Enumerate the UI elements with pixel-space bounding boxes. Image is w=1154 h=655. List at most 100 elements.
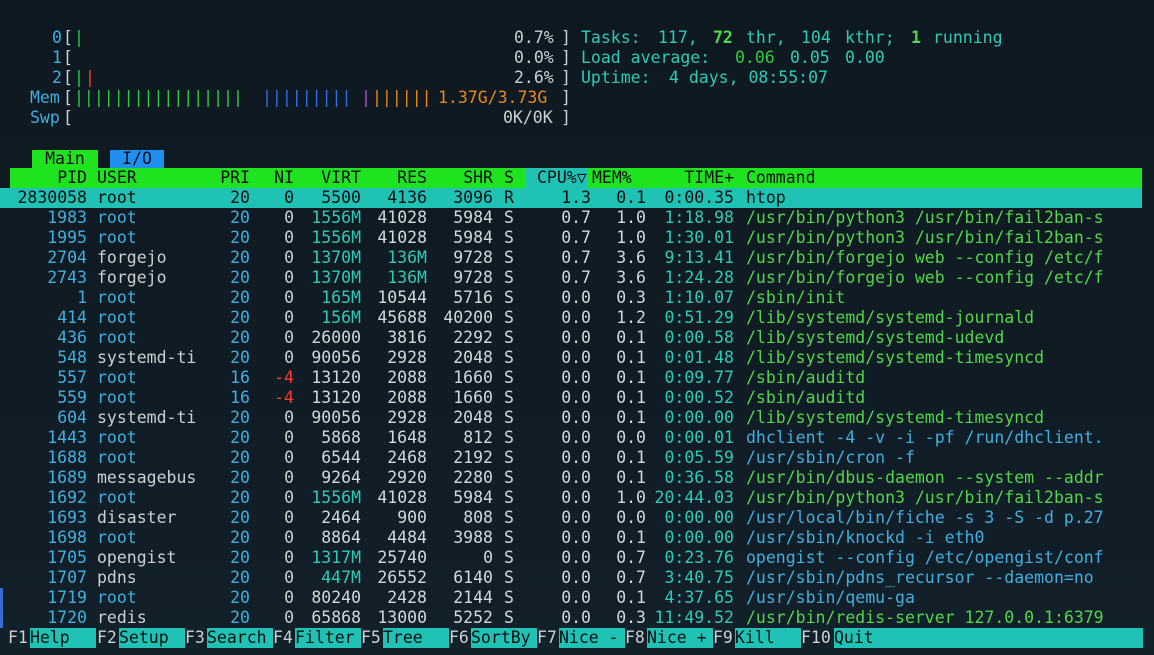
table-row[interactable]: 2743 forgejo 20 0 1370M 136M 9728 S 0.7 3.6 1:24.2…: [10, 268, 1152, 288]
table-row[interactable]: 1707 pdns 20 0 447M 26552 6140 S 0.0 0.7 3:40.75/u…: [10, 568, 1152, 588]
cell-pri: 20: [230, 548, 250, 567]
fkey-label-nice[interactable]: Nice +: [647, 628, 713, 648]
cell-ni: 0: [284, 528, 294, 547]
cell-pri: 20: [230, 268, 250, 287]
table-row[interactable]: 1698 root 20 0 8864 4484 3988 S 0.0 0.1 0:00.00/us…: [10, 528, 1152, 548]
cell-ni: 0: [284, 428, 294, 447]
fkey-label-tree[interactable]: Tree: [383, 628, 449, 648]
process-table-header: PID USER PRI NI VIRT RES SHR S CPU%▽ MEM…: [10, 168, 1142, 188]
cell-pid: 2743: [47, 268, 87, 287]
table-row[interactable]: 1692 root 20 0 1556M 41028 5984 S 0.0 1.0 20:44.03…: [10, 488, 1152, 508]
cell-pri: 20: [230, 188, 250, 207]
col-state[interactable]: S: [504, 168, 514, 188]
cell-res: 41028: [377, 228, 427, 247]
cell-time: 0:36.58: [664, 468, 734, 487]
cell-time: 4:37.65: [664, 588, 734, 607]
fkey-f6[interactable]: F6: [449, 628, 469, 648]
fkey-label-setup[interactable]: Setup: [119, 628, 185, 648]
tab-main[interactable]: Main: [32, 150, 98, 168]
cell-cpu: 1.3: [561, 188, 591, 207]
cell-mem: 0.7: [616, 568, 646, 587]
col-shr[interactable]: SHR: [430, 168, 493, 188]
cell-ni: 0: [284, 548, 294, 567]
fkey-label-filter[interactable]: Filter: [295, 628, 361, 648]
cell-pri: 20: [230, 208, 250, 227]
tab-io[interactable]: I/O: [110, 150, 164, 168]
table-row[interactable]: 1689 messagebus 20 0 9264 2920 2280 S 0.0 0.1 0:36…: [10, 468, 1152, 488]
table-row[interactable]: 557 root 16 -4 13120 2088 1660 S 0.0 0.1 0:09.77/s…: [10, 368, 1152, 388]
cell-command: /usr/bin/redis-server 127.0.0.1:6379: [746, 608, 1104, 627]
cell-virt: 65868: [311, 608, 361, 627]
cell-shr: 6140: [453, 568, 493, 587]
cell-user: redis: [97, 608, 147, 627]
cell-shr: 5984: [453, 488, 493, 507]
table-row[interactable]: 1720 redis 20 0 65868 13000 5252 S 0.0 0.3 11:49.5…: [10, 608, 1152, 628]
scrollbar[interactable]: [0, 588, 3, 628]
table-row[interactable]: 414 root 20 0 156M 45688 40200 S 0.0 1.2 0:51.29/l…: [10, 308, 1152, 328]
fkey-f4[interactable]: F4: [273, 628, 293, 648]
col-command[interactable]: Command: [746, 168, 816, 188]
table-row[interactable]: 1693 disaster 20 0 2464 900 808 S 0.0 0.0 0:00.00 /…: [10, 508, 1152, 528]
cell-ni: 0: [284, 268, 294, 287]
col-time[interactable]: TIME+: [650, 168, 734, 188]
col-user[interactable]: USER: [97, 168, 137, 188]
cell-cpu: 0.0: [561, 448, 591, 467]
cell-user: systemd-ti: [97, 348, 197, 367]
load-1min: 0.06: [735, 48, 775, 67]
cell-command: /usr/sbin/pdns_recursor --daemon=no: [746, 568, 1094, 587]
col-res[interactable]: RES: [370, 168, 427, 188]
table-row[interactable]: 1995 root 20 0 1556M 41028 5984 S 0.7 1.0 1:30.01 /…: [10, 228, 1152, 248]
fkey-f3[interactable]: F3: [185, 628, 205, 648]
fkey-label-nice[interactable]: Nice -: [559, 628, 625, 648]
col-cpu-sorted[interactable]: CPU%▽: [526, 168, 587, 188]
table-row[interactable]: 559 root 16 -4 13120 2088 1660 S 0.0 0.1 0:00.52/s…: [10, 388, 1152, 408]
table-row[interactable]: 436 root 20 0 26000 3816 2292 S 0.0 0.1 0:00.58/li…: [10, 328, 1152, 348]
fkey-f8[interactable]: F8: [625, 628, 645, 648]
table-row-selected[interactable]: 2830058 root 20 0 5500 4136 3096 R 1.3 0.1 0:00.35…: [0, 188, 1142, 208]
col-virt[interactable]: VIRT: [300, 168, 361, 188]
cell-virt: 8864: [321, 528, 361, 547]
table-row[interactable]: 1983 root 20 0 1556M 41028 5984 S 0.7 1.0 1:18.98 /…: [10, 208, 1152, 228]
table-row[interactable]: 1705 opengist 20 0 1317M 25740 0 S 0.0 0.7 0:23.76…: [10, 548, 1152, 568]
fkey-label-sortby[interactable]: SortBy: [471, 628, 537, 648]
fkey-label-kill[interactable]: Kill: [735, 628, 801, 648]
cell-cpu: 0.7: [561, 268, 591, 287]
cell-res: 136M: [387, 248, 427, 267]
table-row[interactable]: 548 systemd-ti 20 0 90056 2928 2048 S 0.0 0.1 0:01…: [10, 348, 1152, 368]
cell-res: 45688: [377, 308, 427, 327]
table-row[interactable]: 1 root 20 0 165M 10544 5716 S 0.0 0.3 1:10.07/sbin…: [10, 288, 1152, 308]
cell-res: 41028: [377, 488, 427, 507]
fkey-label-quit[interactable]: Quit: [834, 628, 1143, 648]
fkey-label-help[interactable]: Help: [30, 628, 96, 648]
cell-mem: 0.1: [616, 588, 646, 607]
fkey-label-search[interactable]: Search: [207, 628, 273, 648]
table-row[interactable]: 1443 root 20 0 5868 1648 812 S 0.0 0.0 0:00.01 dhcl…: [10, 428, 1152, 448]
table-row[interactable]: 1688 root 20 0 6544 2468 2192 S 0.0 0.1 0:05.59/us…: [10, 448, 1152, 468]
cell-pid: 559: [57, 388, 87, 407]
cell-ni: 0: [284, 308, 294, 327]
col-pid[interactable]: PID: [10, 168, 87, 188]
cell-state: S: [504, 308, 514, 327]
cell-res: 2088: [387, 388, 427, 407]
fkey-f7[interactable]: F7: [537, 628, 557, 648]
cell-pid: 548: [57, 348, 87, 367]
table-row[interactable]: 2704 forgejo 20 0 1370M 136M 9728 S 0.7 3.6 9:13.4…: [10, 248, 1152, 268]
table-row[interactable]: 604 systemd-ti 20 0 90056 2928 2048 S 0.0 0.1 0:00…: [10, 408, 1152, 428]
cell-pri: 20: [230, 448, 250, 467]
fkey-f1[interactable]: F1: [8, 628, 28, 648]
col-ni[interactable]: NI: [260, 168, 294, 188]
cell-pri: 20: [230, 508, 250, 527]
cell-pid: 1693: [47, 508, 87, 527]
cell-cpu: 0.7: [561, 208, 591, 227]
cell-mem: 0.1: [616, 408, 646, 427]
fkey-f9[interactable]: F9: [713, 628, 733, 648]
table-row[interactable]: 1719 root 20 0 80240 2428 2144 S 0.0 0.1 4:37.65/u…: [10, 588, 1152, 608]
fkey-f10[interactable]: F10: [801, 628, 831, 648]
fkey-f2[interactable]: F2: [97, 628, 117, 648]
fkey-f5[interactable]: F5: [361, 628, 381, 648]
cell-pid: 1719: [47, 588, 87, 607]
cell-command: /lib/systemd/systemd-udevd: [746, 328, 1005, 347]
col-pri[interactable]: PRI: [210, 168, 250, 188]
col-mem[interactable]: MEM%: [592, 168, 632, 188]
cell-mem: 1.0: [616, 208, 646, 227]
